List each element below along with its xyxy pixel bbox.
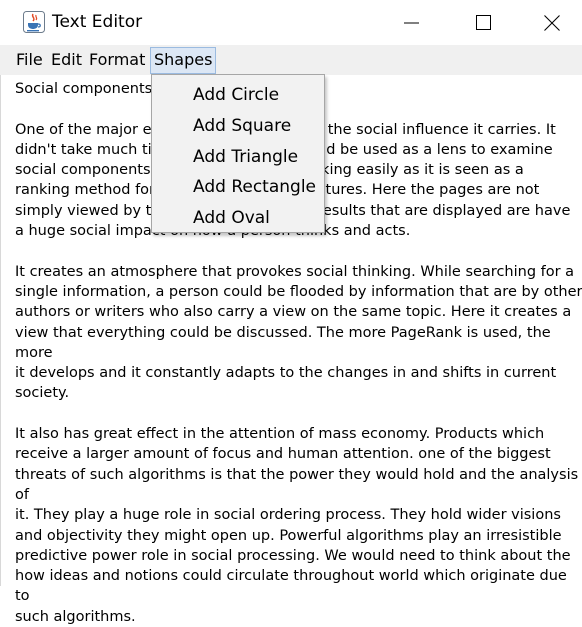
menu-edit[interactable]: Edit (48, 48, 85, 72)
maximize-button[interactable] (450, 0, 518, 45)
menu-item-add-rectangle[interactable]: Add Rectangle (193, 174, 316, 200)
menu-file[interactable]: File (13, 48, 46, 72)
title-bar[interactable]: Text Editor (0, 0, 582, 45)
menu-shapes[interactable]: Shapes (150, 47, 217, 74)
window-title: Text Editor (52, 12, 143, 32)
shapes-dropdown: Add Circle Add Square Add Triangle Add R… (151, 74, 325, 233)
minimize-icon (404, 22, 419, 24)
maximize-icon (476, 15, 491, 30)
close-icon (544, 15, 560, 31)
menu-item-add-oval[interactable]: Add Oval (193, 205, 270, 231)
minimize-button[interactable] (378, 0, 446, 45)
menu-item-add-circle[interactable]: Add Circle (193, 82, 279, 108)
menu-item-add-triangle[interactable]: Add Triangle (193, 144, 298, 170)
menu-bar: File Edit Format Shapes (0, 45, 582, 76)
close-button[interactable] (518, 0, 582, 45)
menu-format[interactable]: Format (86, 48, 148, 72)
java-cup-icon (23, 11, 45, 33)
menu-item-add-square[interactable]: Add Square (193, 113, 291, 139)
